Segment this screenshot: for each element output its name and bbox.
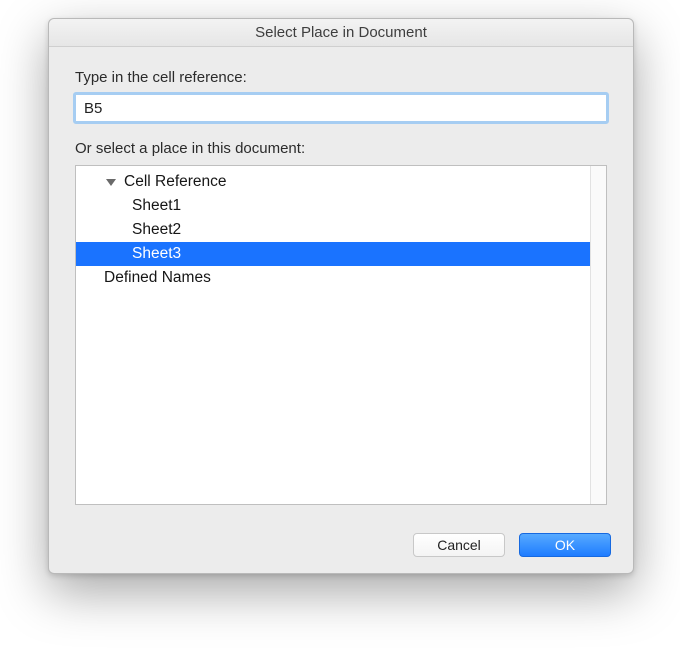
place-tree: Cell Reference Sheet1 Sheet2 Sheet3 Defi… [75, 165, 607, 505]
tree-scrollbar[interactable] [590, 166, 606, 504]
tree-item-sheet2[interactable]: Sheet2 [76, 218, 590, 242]
tree-group-defined-names[interactable]: Defined Names [76, 266, 590, 290]
tree-item-sheet1[interactable]: Sheet1 [76, 194, 590, 218]
place-tree-list[interactable]: Cell Reference Sheet1 Sheet2 Sheet3 Defi… [76, 166, 590, 504]
dialog-title: Select Place in Document [49, 19, 633, 47]
tree-group-cell-reference[interactable]: Cell Reference [76, 170, 590, 194]
tree-item-label: Sheet1 [132, 197, 181, 215]
cell-reference-label: Type in the cell reference: [75, 69, 607, 86]
tree-item-sheet3[interactable]: Sheet3 [76, 242, 590, 266]
tree-item-label: Sheet2 [132, 221, 181, 239]
tree-group-label: Defined Names [104, 269, 211, 287]
select-place-label: Or select a place in this document: [75, 140, 607, 157]
dialog-footer: Cancel OK [49, 523, 633, 573]
chevron-down-icon [106, 179, 116, 186]
cell-reference-input[interactable] [75, 94, 607, 122]
tree-item-label: Sheet3 [132, 245, 181, 263]
tree-group-label: Cell Reference [124, 173, 227, 191]
select-place-dialog: Select Place in Document Type in the cel… [48, 18, 634, 574]
cancel-button[interactable]: Cancel [413, 533, 505, 557]
dialog-content: Type in the cell reference: Or select a … [49, 47, 633, 523]
ok-button[interactable]: OK [519, 533, 611, 557]
